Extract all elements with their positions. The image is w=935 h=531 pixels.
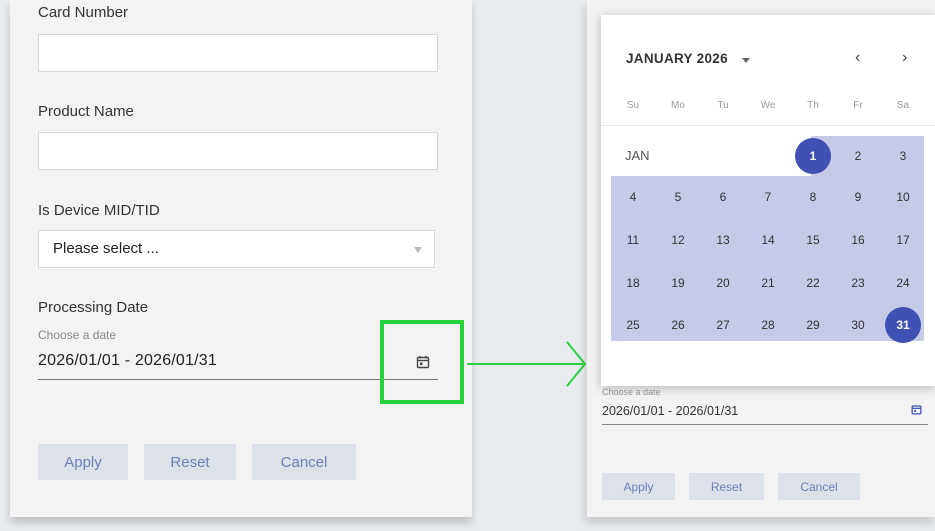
weekday-we: We: [760, 100, 776, 111]
weekday-tu: Tu: [717, 100, 729, 111]
date-range-input[interactable]: 2026/01/01 - 2026/01/31: [38, 352, 217, 370]
next-month-button[interactable]: ›: [902, 49, 907, 67]
day-12[interactable]: 12: [660, 222, 696, 258]
weekday-mo: Mo: [671, 100, 685, 111]
calendar-divider: [601, 125, 935, 126]
day-20[interactable]: 20: [705, 265, 741, 301]
weekday-su: Su: [626, 100, 640, 111]
day-11[interactable]: 11: [615, 222, 651, 258]
device-select[interactable]: Please select ...: [38, 230, 435, 268]
month-year-selector[interactable]: JANUARY 2026: [626, 51, 728, 66]
day-7[interactable]: 7: [750, 179, 786, 215]
product-name-label: Product Name: [38, 103, 134, 120]
chevron-down-icon: [414, 247, 422, 253]
card-number-input[interactable]: [38, 34, 438, 72]
day-2[interactable]: 2: [840, 138, 876, 174]
day-27[interactable]: 27: [705, 307, 741, 343]
date-hint: Choose a date: [38, 328, 117, 342]
day-22[interactable]: 22: [795, 265, 831, 301]
arrow-icon: [467, 341, 587, 387]
day-30[interactable]: 30: [840, 307, 876, 343]
month-label: JAN: [625, 148, 650, 163]
day-29[interactable]: 29: [795, 307, 831, 343]
prev-month-button[interactable]: ‹: [855, 49, 860, 67]
weekday-fr: Fr: [853, 100, 863, 111]
day-8[interactable]: 8: [795, 179, 831, 215]
day-13[interactable]: 13: [705, 222, 741, 258]
day-15[interactable]: 15: [795, 222, 831, 258]
day-4[interactable]: 4: [615, 179, 651, 215]
day-31[interactable]: 31: [885, 307, 921, 343]
day-17[interactable]: 17: [885, 222, 921, 258]
day-24[interactable]: 24: [885, 265, 921, 301]
date-input-underline-small: [602, 424, 928, 425]
day-25[interactable]: 25: [615, 307, 651, 343]
day-26[interactable]: 26: [660, 307, 696, 343]
day-21[interactable]: 21: [750, 265, 786, 301]
date-input-underline: [38, 379, 438, 380]
date-hint-small: Choose a date: [602, 387, 661, 397]
reset-button-small[interactable]: Reset: [689, 473, 764, 500]
chevron-down-icon[interactable]: [742, 58, 750, 63]
card-number-label: Card Number: [38, 4, 129, 21]
weekday-th: Th: [807, 100, 819, 111]
day-16[interactable]: 16: [840, 222, 876, 258]
day-23[interactable]: 23: [840, 265, 876, 301]
reset-button[interactable]: Reset: [144, 444, 236, 480]
day-6[interactable]: 6: [705, 179, 741, 215]
date-picker-popup: JANUARY 2026 ‹ › Su Mo Tu We Th Fr Sa JAN 1234…: [601, 15, 935, 386]
calendar-icon-small[interactable]: [911, 404, 922, 415]
date-range-input-small[interactable]: 2026/01/01 - 2026/01/31: [602, 404, 738, 418]
highlight-box: [380, 320, 464, 404]
device-label: Is Device MID/TID: [38, 202, 160, 219]
day-19[interactable]: 19: [660, 265, 696, 301]
day-10[interactable]: 10: [885, 179, 921, 215]
day-5[interactable]: 5: [660, 179, 696, 215]
day-3[interactable]: 3: [885, 138, 921, 174]
device-select-value: Please select ...: [53, 240, 159, 257]
cancel-button[interactable]: Cancel: [252, 444, 356, 480]
apply-button-small[interactable]: Apply: [602, 473, 675, 500]
day-1[interactable]: 1: [795, 138, 831, 174]
day-9[interactable]: 9: [840, 179, 876, 215]
apply-button[interactable]: Apply: [38, 444, 128, 480]
product-name-input[interactable]: [38, 132, 438, 170]
processing-date-label: Processing Date: [38, 299, 149, 316]
day-14[interactable]: 14: [750, 222, 786, 258]
weekday-sa: Sa: [896, 100, 910, 111]
cancel-button-small[interactable]: Cancel: [778, 473, 860, 500]
day-18[interactable]: 18: [615, 265, 651, 301]
day-28[interactable]: 28: [750, 307, 786, 343]
